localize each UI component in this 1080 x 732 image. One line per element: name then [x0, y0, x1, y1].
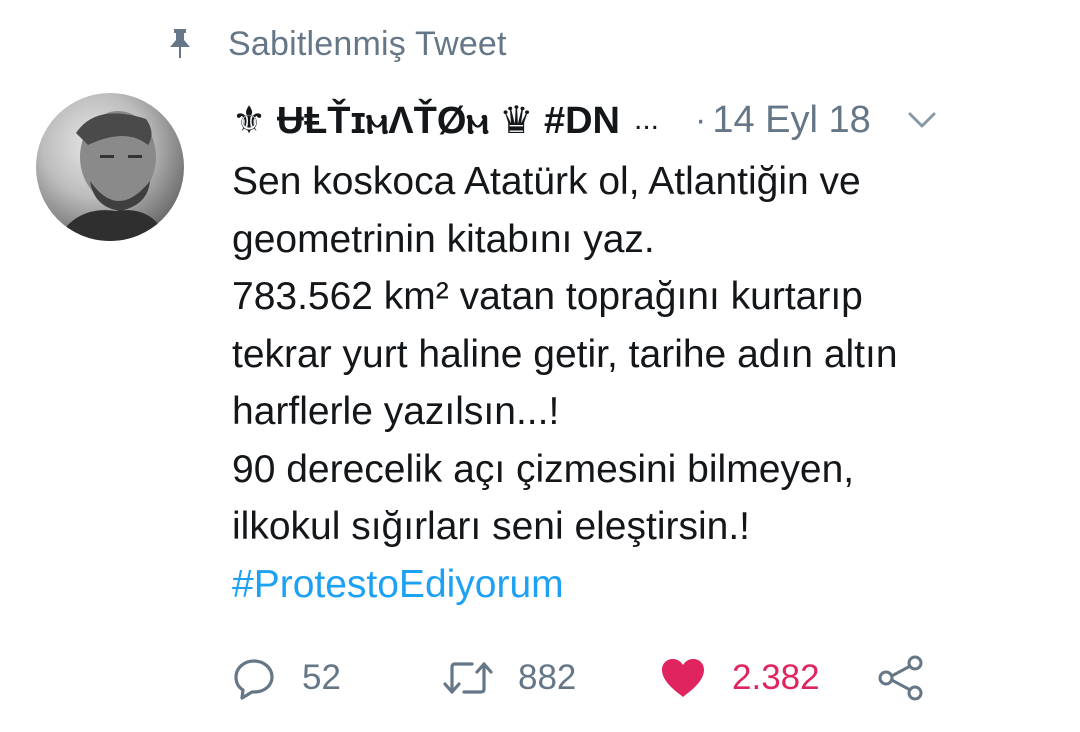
heart-icon [660, 657, 706, 699]
tweet-text: Sen koskoca Atatürk ol, Atlantiğin ve ge… [232, 153, 1062, 613]
retweet-count: 882 [518, 658, 577, 697]
reply-count: 52 [302, 658, 341, 697]
name-truncation: ... [633, 103, 659, 136]
tweet-header: ⚜ ɄⱠŤɪⲙɅŤØⲙ ♛ #DN ... · 14 Eyl 18 [232, 92, 1052, 148]
share-icon [876, 655, 926, 701]
tweet-text-line: ilkokul sığırları seni eleştirsin.! [232, 505, 751, 548]
tweet-text-line: harflerle yazılsın...! [232, 390, 560, 433]
retweet-button[interactable]: 882 [442, 658, 660, 698]
tweet-text-line: 783.562 km² vatan toprağını kurtarıp [232, 275, 863, 318]
like-button[interactable]: 2.382 [660, 657, 876, 699]
tweet-text-line: 90 derecelik açı çizmesini bilmeyen, [232, 447, 855, 491]
tweet-text-line: geometrinin kitabını yaz. [232, 217, 655, 261]
tweet-text-line: tekrar yurt haline getir, tarihe adın al… [232, 332, 898, 376]
retweet-icon [442, 658, 494, 698]
hashtag-link[interactable]: #ProtestoEdiyorum [232, 556, 1062, 614]
avatar[interactable] [36, 93, 184, 241]
pin-icon [166, 26, 194, 62]
tweet-text-line: Sen koskoca Atatürk ol, Atlantiğin ve [232, 160, 861, 203]
tweet-date[interactable]: 14 Eyl 18 [712, 99, 870, 142]
pinned-label: Sabitlenmiş Tweet [228, 24, 507, 63]
separator-dot: · [695, 100, 707, 139]
share-button[interactable] [876, 655, 926, 701]
reply-button[interactable]: 52 [232, 656, 442, 700]
reply-icon [232, 656, 276, 700]
pinned-tweet-indicator: Sabitlenmiş Tweet [166, 22, 507, 66]
tweet-actions: 52 882 2.382 [232, 648, 926, 708]
like-count: 2.382 [732, 658, 820, 697]
display-name[interactable]: ⚜ ɄⱠŤɪⲙɅŤØⲙ ♛ #DN [232, 98, 620, 143]
chevron-down-icon[interactable] [905, 103, 939, 137]
